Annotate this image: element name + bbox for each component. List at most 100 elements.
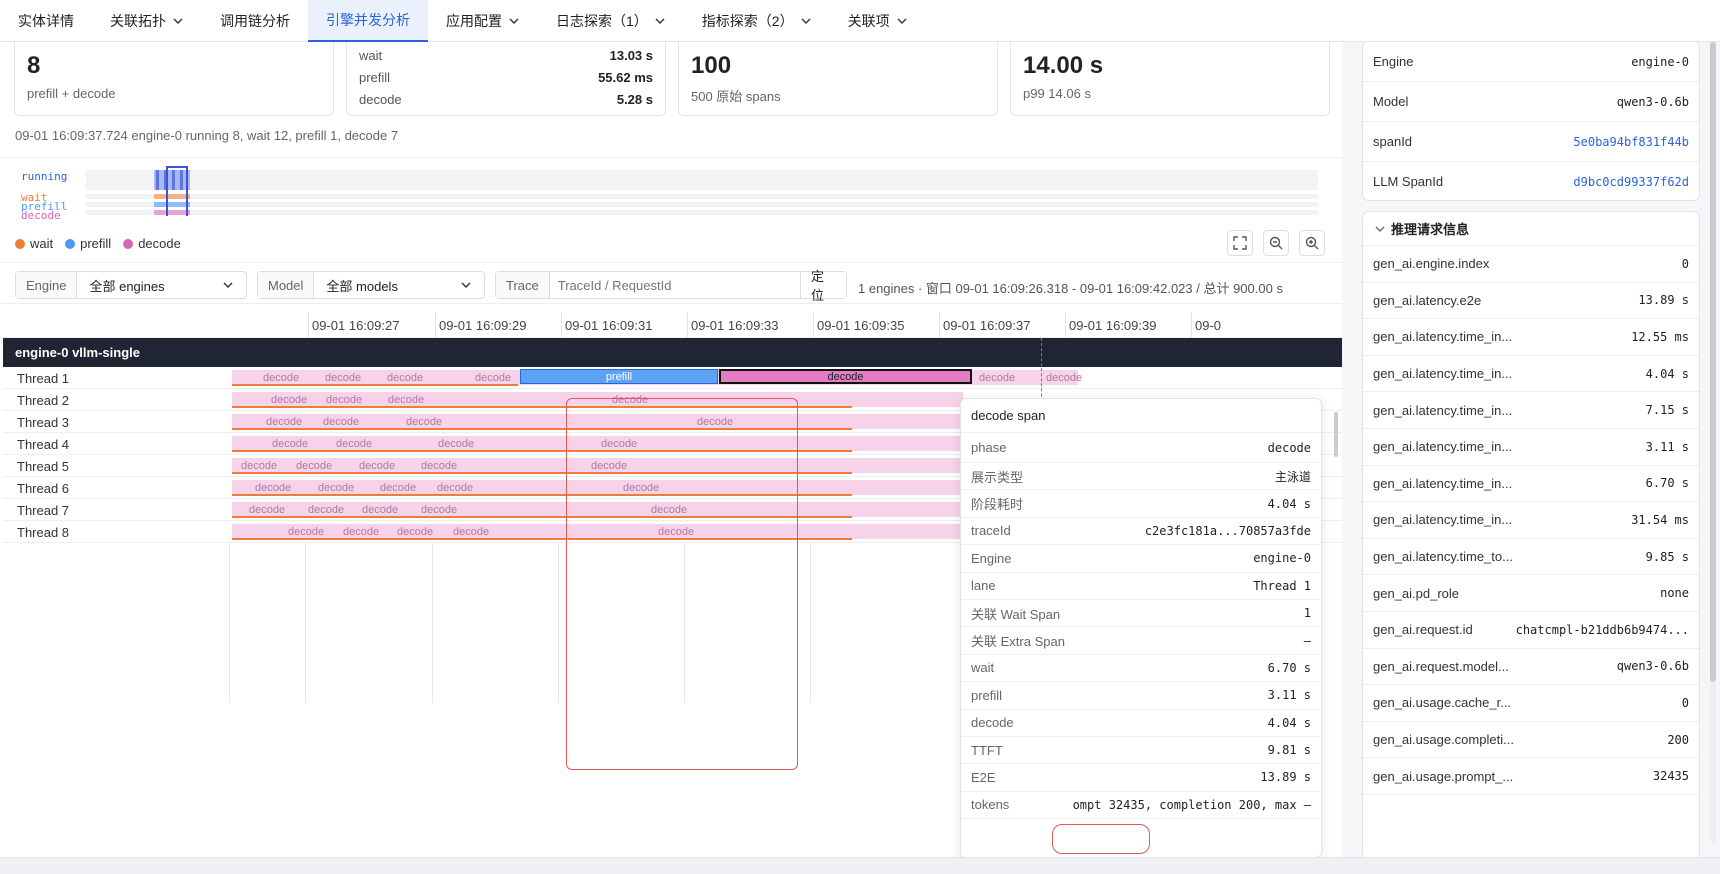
tooltip-key: prefill <box>971 687 1003 703</box>
tooltip-value: 9.81 s <box>1267 743 1311 758</box>
info-row: gen_ai.latency.time_in... 31.54 ms <box>1363 502 1699 539</box>
minimap-label-running: running <box>21 170 68 183</box>
phase-row-decode: decode 5.28 s <box>359 88 653 110</box>
tooltip-key: E2E <box>971 769 996 785</box>
trace-input[interactable] <box>549 272 801 298</box>
span-label: decode <box>266 416 303 428</box>
locate-button[interactable]: 定位 <box>800 269 846 303</box>
tooltip-title: decode span <box>961 399 1321 433</box>
tab-label: 指标探索（2） <box>701 13 794 29</box>
timeline-scrollbar[interactable] <box>1334 412 1338 457</box>
thread-row[interactable]: Thread 1 decode decode decode decode prefill d… <box>3 367 1342 389</box>
trace-label: Trace <box>496 272 550 298</box>
info-key: gen_ai.usage.prompt_... <box>1373 768 1514 784</box>
axis-tick: 09-0 <box>1195 318 1222 333</box>
latency-sub: p99 14.06 s <box>1023 86 1091 101</box>
tooltip-row: Engine engine-0 <box>961 545 1321 573</box>
tooltip-row: phase decode <box>961 433 1321 463</box>
attr-key: spanId <box>1373 134 1413 149</box>
tick-line <box>687 312 688 338</box>
span-label: decode <box>623 482 660 494</box>
attr-row: Model qwen3-0.6b <box>1363 82 1699 122</box>
tooltip-row: wait 6.70 s <box>961 655 1321 683</box>
chevron-down-icon <box>655 18 665 24</box>
phase-key: wait <box>359 47 383 63</box>
engine-select[interactable]: Engine 全部 engines <box>15 271 247 299</box>
zoom-in-button[interactable] <box>1299 230 1325 256</box>
span-label: decode <box>326 394 363 406</box>
grid-line <box>229 543 230 703</box>
grid-line <box>684 543 685 703</box>
phase-value: 55.62 ms <box>598 69 653 85</box>
model-select[interactable]: Model 全部 models <box>257 271 485 299</box>
span-label: decode <box>380 482 417 494</box>
phase-key: decode <box>359 91 402 107</box>
info-key: gen_ai.usage.cache_r... <box>1373 695 1512 711</box>
wait-line <box>232 450 852 452</box>
info-key: gen_ai.latency.time_in... <box>1373 475 1513 491</box>
tick-line <box>1065 312 1066 338</box>
span-label: decode <box>1046 372 1083 384</box>
tab-1[interactable]: 关联拓扑 <box>92 0 202 42</box>
span-label: decode <box>343 526 380 538</box>
tab-3[interactable]: 引擎并发分析 <box>308 0 428 42</box>
tick-line <box>813 312 814 338</box>
info-value: 0 <box>1681 256 1689 271</box>
section-header[interactable]: 推理请求信息 <box>1363 212 1699 246</box>
attr-row: LLM SpanId d9bc0cd99337f62d <box>1363 162 1699 200</box>
spans-card: 100 500 原始 spans <box>678 42 998 116</box>
info-value: 0 <box>1681 695 1689 710</box>
info-row: gen_ai.latency.time_in... 3.11 s <box>1363 429 1699 466</box>
prefill-span-bar[interactable]: prefill <box>520 369 718 384</box>
axis-tick: 09-01 16:09:33 <box>691 318 779 333</box>
tab-7[interactable]: 关联项 <box>830 0 926 42</box>
phase-key: prefill <box>359 69 391 85</box>
tooltip-value: 4.04 s <box>1267 715 1311 730</box>
phase-card: wait 13.03 s prefill 55.62 ms decode 5.28 s <box>346 42 666 116</box>
info-row: gen_ai.pd_role none <box>1363 575 1699 612</box>
tab-2[interactable]: 调用链分析 <box>202 0 308 42</box>
attr-value: engine-0 <box>1631 54 1689 69</box>
running-sub: prefill + decode <box>27 86 116 101</box>
tab-4[interactable]: 应用配置 <box>428 0 538 42</box>
zoom-out-button[interactable] <box>1263 230 1289 256</box>
attr-link[interactable]: d9bc0cd99337f62d <box>1573 175 1689 189</box>
span-label: decode <box>421 504 458 516</box>
legend-item-prefill: prefill <box>65 236 111 251</box>
axis-tick: 09-01 16:09:35 <box>817 318 905 333</box>
info-key: gen_ai.latency.time_to... <box>1373 549 1513 565</box>
info-value: 4.04 s <box>1645 366 1689 381</box>
info-row: gen_ai.usage.cache_r... 0 <box>1363 685 1699 722</box>
running-value: 8 <box>27 52 41 79</box>
span-label: decode <box>325 372 362 384</box>
span-label: decode <box>658 526 695 538</box>
decode-span-bar[interactable] <box>232 524 963 539</box>
info-row: gen_ai.usage.completi... 200 <box>1363 722 1699 759</box>
span-label: decode <box>296 460 333 472</box>
wait-line <box>232 406 852 408</box>
info-key: gen_ai.request.id <box>1373 622 1473 638</box>
info-value: 200 <box>1667 732 1689 747</box>
selected-decode-span[interactable]: decode <box>719 369 972 384</box>
bottom-bar <box>0 857 1720 874</box>
tab-5[interactable]: 日志探索（1） <box>538 0 684 42</box>
tab-0[interactable]: 实体详情 <box>0 0 92 42</box>
grid-line <box>810 543 811 703</box>
legend-item-wait: wait <box>15 236 53 251</box>
attr-link[interactable]: 5e0ba94bf831f44b <box>1573 135 1689 149</box>
info-key: gen_ai.latency.time_in... <box>1373 512 1513 528</box>
tooltip-row: 展示类型 主泳道 <box>961 463 1321 491</box>
tooltip-row: prefill 3.11 s <box>961 682 1321 710</box>
span-label: decode <box>421 460 458 472</box>
fullscreen-button[interactable] <box>1227 230 1253 256</box>
info-row: gen_ai.request.id chatcmpl-b21ddb6b9474..… <box>1363 612 1699 649</box>
info-value: chatcmpl-b21ddb6b9474... <box>1515 622 1689 637</box>
tooltip-row: TTFT 9.81 s <box>961 737 1321 765</box>
phase-value: 13.03 s <box>609 47 653 63</box>
page-scrollbar[interactable] <box>1710 42 1716 842</box>
model-select-value: 全部 models <box>326 278 398 294</box>
inference-info-panel: 推理请求信息 gen_ai.engine.index 0 gen_ai.latenc… <box>1362 211 1700 857</box>
minimap[interactable]: running wait prefill decode wait prefill d… <box>0 157 1342 263</box>
tab-6[interactable]: 指标探索（2） <box>684 0 830 42</box>
tab-label: 关联项 <box>847 13 890 29</box>
